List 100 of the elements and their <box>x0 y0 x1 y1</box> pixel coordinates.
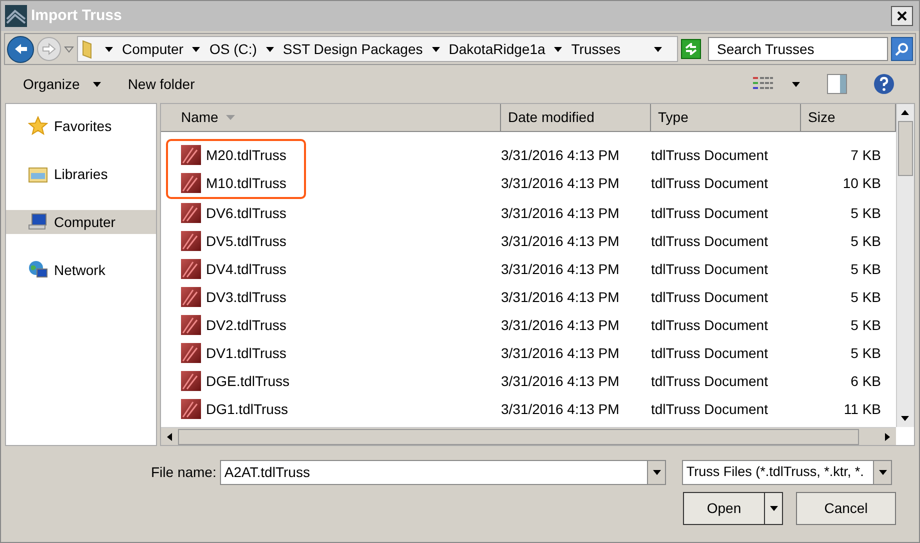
truss-file-icon <box>181 259 201 279</box>
breadcrumb[interactable]: SST Design Packages <box>282 38 423 60</box>
size-cell-text: 5 KB <box>850 204 881 222</box>
scroll-up-icon <box>901 110 909 115</box>
refresh-button[interactable] <box>681 39 701 59</box>
file-name[interactable]: DV1.tdlTruss <box>206 342 286 364</box>
size-cell-text: 5 KB <box>850 316 881 334</box>
new-folder-button[interactable]: New folder <box>128 74 195 94</box>
caret-icon <box>191 46 202 52</box>
vertical-scrollbar[interactable] <box>896 104 914 427</box>
sidebar-item[interactable]: Libraries <box>6 162 156 186</box>
date-cell-text: 3/31/2016 4:13 PM <box>501 260 620 278</box>
pane-icon <box>827 74 847 94</box>
truss-file-icon <box>181 343 201 363</box>
view-menu-button[interactable] <box>753 76 801 92</box>
scroll-thumb[interactable] <box>178 428 859 444</box>
back-button[interactable] <box>7 36 34 62</box>
caret-icon <box>264 46 275 52</box>
file-name[interactable]: DV5.tdlTruss <box>206 230 286 252</box>
file-name-combobox[interactable]: A2AT.tdlTruss <box>220 460 666 485</box>
right-arrow-icon <box>42 43 56 55</box>
search-box[interactable]: Search Trusses <box>708 37 888 61</box>
size-cell-text: 5 KB <box>850 288 881 306</box>
size-cell-text: 5 KB <box>850 260 881 278</box>
type-cell-text: tdlTruss Document <box>651 344 769 362</box>
type-cell-text: tdlTruss Document <box>651 174 769 192</box>
preview-pane-button[interactable] <box>827 74 847 94</box>
sidebar-item[interactable]: Favorites <box>6 114 156 138</box>
file-name[interactable]: DV3.tdlTruss <box>206 286 286 308</box>
date-cell-text: 3/31/2016 4:13 PM <box>501 400 620 418</box>
type-cell-text: tdlTruss Document <box>651 288 769 306</box>
type-cell-text: tdlTruss Document <box>651 232 769 250</box>
caret-icon <box>104 46 114 52</box>
file-name[interactable]: DGE.tdlTruss <box>206 370 290 392</box>
scroll-left-icon <box>167 432 172 440</box>
refresh-icon <box>684 43 698 55</box>
caret-icon <box>791 80 801 88</box>
help-button[interactable] <box>873 73 895 95</box>
file-name[interactable]: DV4.tdlTruss <box>206 258 286 280</box>
caret-icon <box>768 505 778 512</box>
file-name[interactable]: M20.tdlTruss <box>206 144 286 166</box>
dropdown-caret-icon <box>878 469 888 476</box>
truss-file-icon <box>181 371 201 391</box>
breadcrumb[interactable]: DakotaRidge1a <box>448 38 546 60</box>
horizontal-scrollbar[interactable] <box>161 427 896 445</box>
type-cell-text: tdlTruss Document <box>651 204 769 222</box>
breadcrumb[interactable]: OS (C:) <box>209 38 257 60</box>
date-cell-text: 3/31/2016 4:13 PM <box>501 372 620 390</box>
sidebar-item[interactable]: Computer <box>6 210 156 234</box>
truss-file-icon <box>181 145 201 165</box>
scroll-right-icon <box>885 432 890 440</box>
breadcrumb[interactable]: Computer <box>122 38 184 60</box>
column-header[interactable]: Name <box>161 104 501 131</box>
size-cell-text: 6 KB <box>850 372 881 390</box>
open-button[interactable]: Open <box>683 492 783 525</box>
dropdown-caret-icon <box>653 46 663 52</box>
scroll-down-icon <box>901 416 909 421</box>
size-cell-text: 7 KB <box>850 146 881 164</box>
scroll-thumb[interactable] <box>898 121 913 176</box>
breadcrumb[interactable]: Trusses <box>571 38 621 60</box>
sidebar-item[interactable]: Network <box>6 258 156 282</box>
date-cell-text: 3/31/2016 4:13 PM <box>501 146 620 164</box>
organize-menu[interactable]: Organize <box>23 74 102 94</box>
truss-file-icon <box>181 399 201 419</box>
file-name[interactable]: DV6.tdlTruss <box>206 202 286 224</box>
truss-file-icon <box>181 173 201 193</box>
column-header[interactable]: Date modified <box>501 104 651 131</box>
close-button[interactable] <box>891 6 913 26</box>
truss-file-icon <box>181 287 201 307</box>
file-name[interactable]: DG1.tdlTruss <box>206 398 288 420</box>
date-cell-text: 3/31/2016 4:13 PM <box>501 344 620 362</box>
list-view-icon <box>753 76 773 92</box>
type-cell-text: tdlTruss Document <box>651 316 769 334</box>
left-arrow-icon <box>14 43 28 55</box>
caret-icon <box>430 46 441 52</box>
truss-file-icon <box>181 315 201 335</box>
truss-file-icon <box>181 231 201 251</box>
date-cell-text: 3/31/2016 4:13 PM <box>501 316 620 334</box>
cancel-button[interactable]: Cancel <box>796 492 896 525</box>
address-field[interactable]: Computer OS (C:) SST Design Packages DakotaRidge1a Trusses <box>77 36 678 62</box>
truss-file-icon <box>181 203 201 223</box>
close-icon <box>897 11 907 21</box>
window-title: Import Truss <box>31 6 123 26</box>
sort-caret-icon <box>226 114 236 120</box>
type-cell-text: tdlTruss Document <box>651 372 769 390</box>
file-name[interactable]: M10.tdlTruss <box>206 172 286 194</box>
size-cell-text: 5 KB <box>850 344 881 362</box>
caret-icon <box>553 46 564 52</box>
date-cell-text: 3/31/2016 4:13 PM <box>501 204 620 222</box>
date-cell-text: 3/31/2016 4:13 PM <box>501 174 620 192</box>
file-name[interactable]: DV2.tdlTruss <box>206 314 286 336</box>
column-header[interactable]: Type <box>651 104 801 131</box>
size-cell-text: 11 KB <box>842 400 881 418</box>
help-icon <box>873 73 895 95</box>
type-cell-text: tdlTruss Document <box>651 146 769 164</box>
size-cell-text: 5 KB <box>850 232 881 250</box>
size-cell-text: 10 KB <box>842 174 881 192</box>
file-type-dropdown[interactable]: Truss Files (*.tdlTruss, *.ktr, *. <box>682 460 892 485</box>
search-button[interactable] <box>891 37 913 61</box>
caret-icon <box>92 80 102 88</box>
